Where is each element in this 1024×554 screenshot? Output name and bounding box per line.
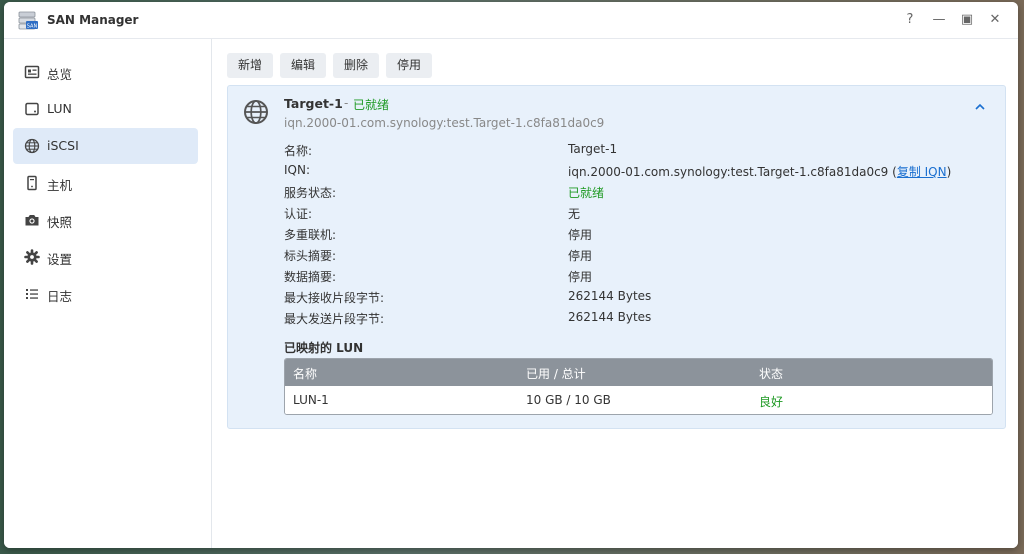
detail-label-data-digest: 数据摘要: <box>284 270 337 284</box>
svg-text:SAN: SAN <box>27 24 38 30</box>
detail-value-multi-session: 停用 <box>568 228 593 242</box>
sidebar-item-label: 快照 <box>47 215 73 230</box>
target-detail-panel[interactable]: Target-1 - 已就绪 iqn.2000-01.com.synology:… <box>227 85 1006 429</box>
minimize-button[interactable]: — <box>930 11 948 29</box>
column-header-status[interactable]: 状态 <box>759 365 783 382</box>
detail-value-header-digest: 停用 <box>568 249 593 263</box>
detail-value-auth: 无 <box>568 207 581 221</box>
detail-label-max-send: 最大发送片段字节: <box>284 312 385 326</box>
sidebar-item-lun[interactable]: LUN <box>13 91 198 127</box>
table-row[interactable]: LUN-1 10 GB / 10 GB 良好 <box>285 386 992 414</box>
sidebar-item-iscsi[interactable]: iSCSI <box>13 128 198 164</box>
globe-icon <box>244 100 268 124</box>
add-button[interactable]: 新增 <box>227 53 274 78</box>
detail-value-iqn-group: iqn.2000-01.com.synology:test.Target-1.c… <box>568 163 951 180</box>
detail-label-header-digest: 标头摘要: <box>284 249 337 263</box>
detail-value-data-digest: 停用 <box>568 270 593 284</box>
target-status: 已就绪 <box>353 98 390 112</box>
sidebar-item-settings[interactable]: 设置 <box>13 239 198 275</box>
sidebar-item-host[interactable]: 主机 <box>13 165 198 201</box>
target-separator: - <box>344 96 349 110</box>
sidebar-item-overview[interactable]: 总览 <box>13 54 198 90</box>
iqn-paren-close: ) <box>946 165 952 179</box>
main-content: 新增 编辑 删除 停用 Target-1 - 已就绪 iqn.2000-01.c… <box>213 39 1018 548</box>
detail-label-service-status: 服务状态: <box>284 186 337 200</box>
lun-usage-cell: 10 GB / 10 GB <box>526 393 611 407</box>
column-header-name[interactable]: 名称 <box>293 365 317 382</box>
delete-button[interactable]: 删除 <box>333 53 380 78</box>
close-button[interactable]: ✕ <box>986 11 1004 29</box>
detail-label-max-recv: 最大接收片段字节: <box>284 291 385 305</box>
san-manager-window: SAN SAN Manager ? — ▣ ✕ 总览 LUN iSCSI 主机 … <box>4 2 1018 548</box>
title-bar: SAN SAN Manager ? — ▣ ✕ <box>4 2 1018 39</box>
sidebar-item-label: iSCSI <box>47 138 79 153</box>
detail-value-service-status: 已就绪 <box>568 186 605 200</box>
sidebar-item-snapshot[interactable]: 快照 <box>13 202 198 238</box>
edit-button[interactable]: 编辑 <box>280 53 327 78</box>
lun-icon <box>25 102 39 116</box>
sidebar-item-label: 主机 <box>47 178 73 193</box>
target-iqn: iqn.2000-01.com.synology:test.Target-1.c… <box>284 116 605 130</box>
detail-value-max-send: 262144 Bytes <box>568 310 652 324</box>
lun-status-cell: 良好 <box>759 395 784 409</box>
disable-button[interactable]: 停用 <box>386 53 433 78</box>
iqn-paren-open: ( <box>888 165 897 179</box>
column-header-used-total[interactable]: 已用 / 总计 <box>526 365 586 382</box>
lun-name-cell: LUN-1 <box>293 393 329 407</box>
sidebar: 总览 LUN iSCSI 主机 快照 设置 日志 <box>4 39 212 548</box>
detail-label-name: 名称: <box>284 144 313 158</box>
target-name: Target-1 <box>284 96 343 111</box>
detail-value-iqn: iqn.2000-01.com.synology:test.Target-1.c… <box>568 165 889 179</box>
copy-iqn-link[interactable]: 复制 IQN <box>897 165 947 179</box>
mapped-lun-title: 已映射的 LUN <box>284 341 364 355</box>
san-manager-app-icon: SAN <box>18 11 38 30</box>
globe-icon <box>24 138 40 154</box>
detail-value-max-recv: 262144 Bytes <box>568 289 652 303</box>
host-icon <box>27 175 37 191</box>
list-icon <box>26 289 38 299</box>
table-header: 名称 已用 / 总计 状态 <box>285 359 992 386</box>
help-button[interactable]: ? <box>901 11 919 29</box>
mapped-lun-table: 名称 已用 / 总计 状态 LUN-1 10 GB / 10 GB 良好 <box>284 358 993 415</box>
detail-label-iqn: IQN: <box>284 163 311 177</box>
window-title: SAN Manager <box>47 13 139 27</box>
chevron-up-icon[interactable] <box>973 100 987 114</box>
detail-label-multi-session: 多重联机: <box>284 228 337 242</box>
maximize-button[interactable]: ▣ <box>958 11 976 29</box>
detail-value-name: Target-1 <box>568 142 618 156</box>
sidebar-item-label: 设置 <box>47 252 73 267</box>
detail-label-auth: 认证: <box>284 207 313 221</box>
sidebar-item-label: 总览 <box>47 67 73 82</box>
sidebar-item-log[interactable]: 日志 <box>13 276 198 312</box>
camera-icon <box>25 215 39 226</box>
sidebar-item-label: LUN <box>47 101 72 116</box>
overview-icon <box>24 65 40 79</box>
sidebar-item-label: 日志 <box>47 289 73 304</box>
gear-icon <box>24 249 40 265</box>
